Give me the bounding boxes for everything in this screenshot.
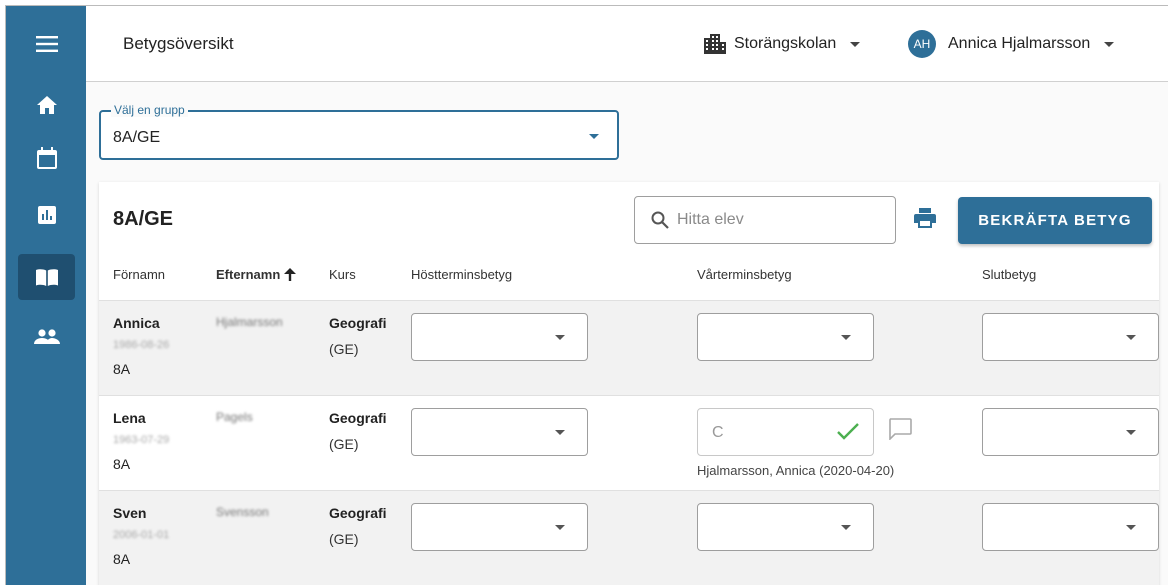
spring-grade-value: C [712,424,724,441]
chevron-down-icon [1126,525,1136,530]
table-row: Sven 2006-01-01 8A Svensson Geografi (GE… [99,490,1159,585]
student-class: 8A [113,361,131,377]
sort-arrow-up-icon [284,268,297,281]
student-class: 8A [113,456,131,472]
student-last-name: Pagels [216,410,253,424]
chart-icon [37,206,56,224]
graded-by-text: Hjalmarsson, Annica (2020-04-20) [697,463,895,478]
group-select-label: Välj en grupp [111,103,188,117]
building-icon [704,34,726,54]
group-select[interactable]: Välj en grupp 8A/GE [99,103,619,160]
sidebar-item-statistics[interactable] [18,192,75,238]
student-first-name: Lena [113,410,146,426]
course-name: Geografi [329,315,387,331]
student-last-name: Hjalmarsson [216,315,283,329]
final-grade-select[interactable] [982,503,1159,551]
avatar: AH [908,30,936,58]
chevron-down-icon [1104,41,1115,47]
print-button[interactable] [914,208,936,233]
student-personal-number: 1963-07-29 [113,434,170,446]
chevron-down-icon [841,525,851,530]
student-first-name: Annica [113,315,160,331]
confirm-grades-button[interactable]: BEKRÄFTA BETYG [958,197,1152,244]
user-menu[interactable]: AH Annica Hjalmarsson [908,30,1115,58]
comment-icon[interactable] [888,418,912,440]
student-last-name: Svensson [216,505,269,519]
search-input[interactable]: Hitta elev [634,196,896,244]
group-select-value: 8A/GE [113,129,161,146]
course-name: Geografi [329,505,387,521]
page-title: Betygsöversikt [123,34,234,53]
calendar-icon [36,147,57,169]
sidebar-item-home[interactable] [18,82,75,128]
spring-grade-select[interactable] [697,503,874,551]
student-first-name: Sven [113,505,147,521]
table-row: Annica 1986-08-26 8A Hjalmarsson Geograf… [99,300,1159,395]
course-code: (GE) [329,531,359,547]
sidebar-item-users[interactable] [18,313,75,359]
chevron-down-icon [555,335,565,340]
course-code: (GE) [329,436,359,452]
course-code: (GE) [329,341,359,357]
search-placeholder: Hitta elev [677,211,744,228]
student-personal-number: 2006-01-01 [113,529,170,541]
autumn-grade-select[interactable] [411,408,588,456]
chevron-down-icon [1126,430,1136,435]
school-selector[interactable]: Storängskolan [704,34,861,54]
autumn-grade-select[interactable] [411,503,588,551]
chevron-down-icon [841,335,851,340]
print-icon [914,208,936,228]
final-grade-select[interactable] [982,313,1159,361]
autumn-grade-select[interactable] [411,313,588,361]
student-personal-number: 1986-08-26 [113,339,170,351]
column-header-spring-grade: Vårterminsbetyg [697,267,792,282]
top-bar: Betygsöversikt Storängskolan AH Annica H… [86,6,1168,82]
home-icon [36,96,57,114]
chevron-down-icon [1126,335,1136,340]
spring-grade-select[interactable] [697,313,874,361]
column-header-final-grade: Slutbetyg [982,267,1037,282]
search-icon [651,211,669,229]
chevron-down-icon [850,41,861,47]
check-icon [837,423,859,440]
column-header-course: Kurs [329,267,356,282]
sidebar [6,6,86,585]
group-title: 8A/GE [113,208,174,230]
final-grade-select[interactable] [982,408,1159,456]
sidebar-item-calendar[interactable] [18,135,75,181]
column-header-autumn-grade: Höstterminsbetyg [411,267,513,282]
school-name: Storängskolan [734,35,837,52]
menu-button[interactable] [18,21,75,67]
column-header-first-name: Förnamn [113,267,166,282]
column-header-last-name[interactable]: Efternamn [216,267,297,282]
app-window: Betygsöversikt Storängskolan AH Annica H… [5,5,1168,585]
grade-card: 8A/GE Hitta elev BEKRÄFTA BETYG Förnamn … [99,182,1159,585]
menu-icon [35,36,58,52]
column-header-last-name-label: Efternamn [216,267,281,282]
sidebar-item-grades[interactable] [18,254,75,300]
student-class: 8A [113,551,131,567]
chevron-down-icon [555,525,565,530]
chevron-down-icon [555,430,565,435]
user-name: Annica Hjalmarsson [948,35,1091,52]
people-icon [33,328,60,344]
table-row: Lena 1963-07-29 8A Pagels Geografi (GE) … [99,395,1159,490]
course-name: Geografi [329,410,387,426]
book-icon [35,268,58,286]
spring-grade-field[interactable]: C [697,408,874,456]
chevron-down-icon [589,134,599,139]
